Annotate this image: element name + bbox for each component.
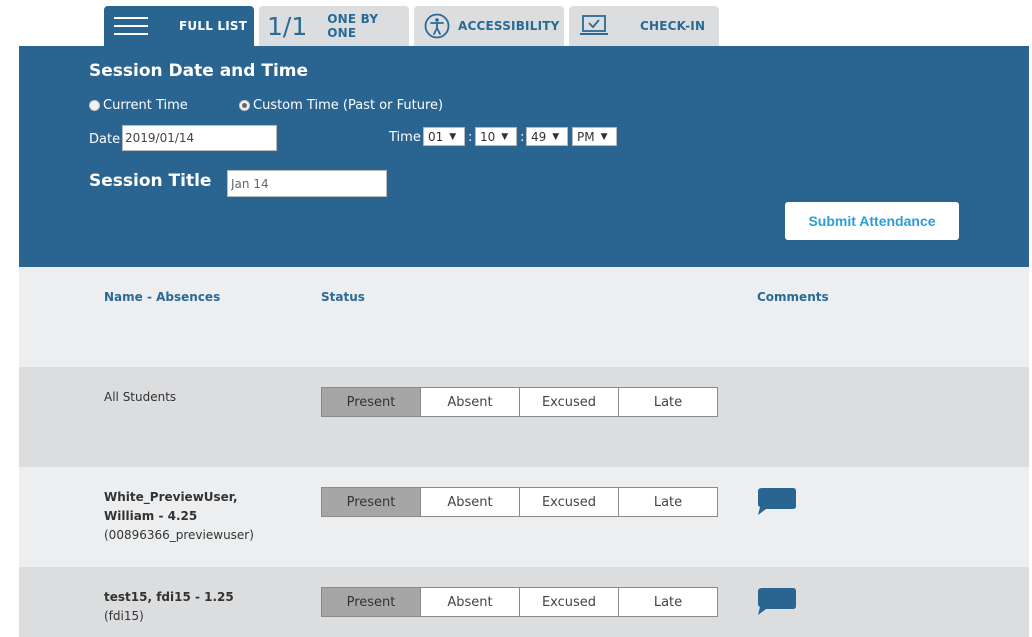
col-name-header: Name - Absences [104, 290, 221, 304]
tab-accessibility[interactable]: ACCESSIBILITY [414, 6, 564, 46]
table-row: White_PreviewUser, William - 4.25 (00896… [19, 467, 1029, 567]
date-label: Date [89, 132, 121, 147]
colon: : [468, 130, 473, 145]
status-absent-button[interactable]: Absent [420, 588, 519, 616]
current-time-radio[interactable] [89, 100, 100, 111]
comment-bubble-icon[interactable] [757, 487, 797, 517]
student-name-line1: test15, fdi15 - 1.25 [104, 590, 234, 604]
all-students-row: All Students Present Absent Excused Late [19, 367, 1029, 467]
tab-one-by-one-label: ONE BY ONE [327, 12, 379, 40]
session-title-label: Session Title [89, 171, 212, 191]
custom-time-radio[interactable] [239, 100, 250, 111]
tab-check-in-label: CHECK-IN [640, 19, 706, 33]
session-heading: Session Date and Time [89, 61, 309, 81]
colon: : [520, 130, 525, 145]
hour-select[interactable]: 01 ▼ [423, 127, 465, 146]
laptop-check-icon [580, 15, 608, 35]
hour-value: 01 [428, 129, 444, 144]
student-username: (fdi15) [104, 609, 144, 623]
one-by-one-ratio: 1/1 [267, 11, 308, 41]
dropdown-arrow-icon: ▼ [501, 131, 509, 142]
status-present-button[interactable]: Present [322, 488, 420, 516]
current-time-label: Current Time [103, 98, 188, 113]
comment-bubble-icon[interactable] [757, 587, 797, 617]
col-comments-header: Comments [757, 290, 829, 304]
table-row: test15, fdi15 - 1.25 (fdi15) Present Abs… [19, 567, 1029, 637]
session-title-input[interactable] [227, 170, 387, 197]
custom-time-option[interactable]: Custom Time (Past or Future) [239, 98, 443, 113]
date-input[interactable] [122, 125, 277, 151]
status-absent-button[interactable]: Absent [420, 388, 519, 416]
minute-select[interactable]: 10 ▼ [475, 127, 517, 146]
student-username: (00896366_previewuser) [104, 528, 254, 542]
all-students-status-group: Present Absent Excused Late [321, 387, 718, 417]
status-present-button[interactable]: Present [322, 588, 420, 616]
col-status-header: Status [321, 290, 365, 304]
status-late-button[interactable]: Late [618, 488, 717, 516]
status-late-button[interactable]: Late [618, 588, 717, 616]
tab-accessibility-label: ACCESSIBILITY [458, 19, 560, 33]
student-name-line2: William - 4.25 [104, 509, 198, 523]
current-time-option[interactable]: Current Time [89, 98, 188, 113]
dropdown-arrow-icon: ▼ [449, 131, 457, 142]
tab-one-by-one[interactable]: 1/1 ONE BY ONE [259, 6, 409, 46]
minute-value: 10 [480, 129, 496, 144]
status-absent-button[interactable]: Absent [420, 488, 519, 516]
status-excused-button[interactable]: Excused [519, 588, 618, 616]
status-present-button[interactable]: Present [322, 388, 420, 416]
student-name-line1: White_PreviewUser, [104, 490, 238, 504]
dropdown-arrow-icon: ▼ [600, 131, 608, 142]
tab-check-in[interactable]: CHECK-IN [569, 6, 719, 46]
status-late-button[interactable]: Late [618, 388, 717, 416]
view-tabs: FULL LIST 1/1 ONE BY ONE ACCESSIBILITY C… [104, 6, 719, 46]
student-name: White_PreviewUser, William - 4.25 (00896… [104, 488, 254, 545]
dropdown-arrow-icon: ▼ [552, 131, 560, 142]
status-excused-button[interactable]: Excused [519, 388, 618, 416]
all-students-label: All Students [104, 390, 177, 404]
second-select[interactable]: 49 ▼ [526, 127, 568, 146]
ampm-select[interactable]: PM ▼ [572, 127, 617, 146]
tab-full-list[interactable]: FULL LIST [104, 6, 254, 46]
submit-attendance-button[interactable]: Submit Attendance [785, 202, 959, 240]
student-name: test15, fdi15 - 1.25 (fdi15) [104, 588, 234, 626]
hamburger-icon [114, 17, 148, 35]
accessibility-icon [424, 13, 450, 39]
ampm-value: PM [577, 129, 595, 144]
custom-time-label: Custom Time (Past or Future) [253, 98, 444, 113]
student-status-group: Present Absent Excused Late [321, 587, 718, 617]
session-panel: Session Date and Time Current Time Custo… [19, 46, 1029, 267]
tab-full-list-label: FULL LIST [179, 19, 248, 33]
status-excused-button[interactable]: Excused [519, 488, 618, 516]
table-header: Name - Absences Status Comments [19, 267, 1029, 367]
student-status-group: Present Absent Excused Late [321, 487, 718, 517]
time-label: Time [389, 130, 421, 145]
second-value: 49 [531, 129, 547, 144]
